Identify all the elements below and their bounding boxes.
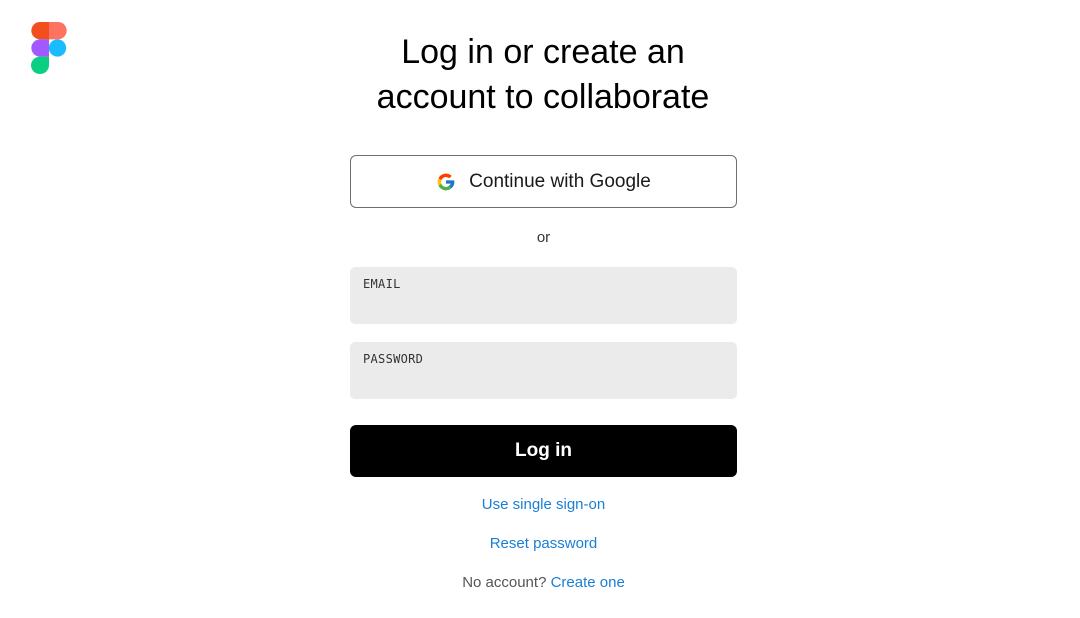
create-account-link[interactable]: Create one <box>551 574 625 591</box>
continue-with-google-label: Continue with Google <box>469 170 651 192</box>
email-input[interactable] <box>363 295 723 317</box>
reset-password-row: Reset password <box>350 535 737 552</box>
password-field[interactable]: PASSWORD <box>350 342 737 399</box>
reset-password-link[interactable]: Reset password <box>490 535 598 552</box>
password-input[interactable] <box>363 370 723 392</box>
sso-row: Use single sign-on <box>350 496 737 513</box>
continue-with-google-button[interactable]: Continue with Google <box>350 155 737 208</box>
email-field-label: EMAIL <box>363 277 401 291</box>
password-field-label: PASSWORD <box>363 352 424 366</box>
google-g-icon <box>437 173 455 190</box>
figma-logo-svg <box>31 22 67 74</box>
no-account-prompt: No account? <box>462 574 551 591</box>
email-field[interactable]: EMAIL <box>350 267 737 324</box>
or-separator: or <box>536 229 551 246</box>
figma-logo-icon[interactable] <box>31 22 67 74</box>
log-in-button-label: Log in <box>515 440 572 461</box>
page-title-line-1: Log in or create an <box>401 33 685 71</box>
signup-row: No account? Create one <box>350 574 737 591</box>
single-sign-on-link[interactable]: Use single sign-on <box>482 496 605 513</box>
page-title-line-2: account to collaborate <box>376 78 710 116</box>
log-in-button[interactable]: Log in <box>350 425 737 477</box>
page-title: Log in or create an account to collabora… <box>340 30 746 120</box>
